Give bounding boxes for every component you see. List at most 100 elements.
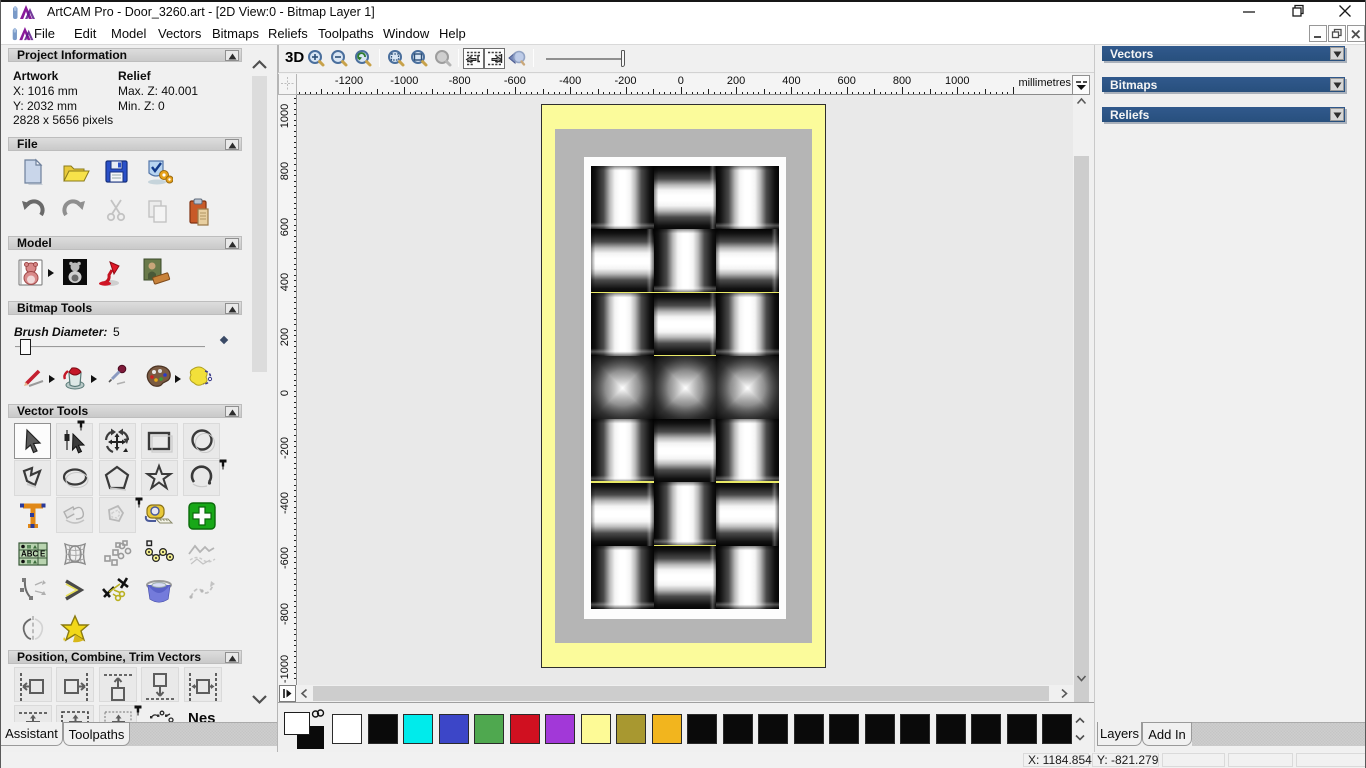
tool-create-rectangle[interactable] [140, 422, 178, 459]
tool-create-text[interactable] [14, 497, 51, 533]
flyout-arrow-icon[interactable] [175, 375, 181, 383]
toolbar-zoom-object-button[interactable] [433, 48, 454, 69]
toolbar-zoom-out-button[interactable] [329, 48, 350, 69]
tool-star-wizard[interactable] [56, 610, 93, 646]
texture-relief-icon[interactable] [141, 257, 173, 289]
palette-swatch-1[interactable] [367, 714, 398, 744]
tool-align-right[interactable] [56, 667, 95, 702]
palette-swatch-6[interactable] [545, 714, 575, 744]
pushpin-icon[interactable] [77, 420, 85, 431]
palette-scroll-down-icon[interactable] [1074, 732, 1086, 743]
magic-select-icon[interactable] [185, 363, 215, 391]
greyscale-model-icon[interactable] [61, 257, 89, 287]
lighting-icon[interactable] [97, 257, 125, 287]
collapse-section-icon[interactable] [225, 50, 239, 61]
canvas-vertical-scrollbar[interactable] [1073, 95, 1090, 705]
vertical-scroll-thumb[interactable] [1074, 156, 1089, 705]
collapse-section-icon[interactable] [225, 139, 239, 150]
mdi-minimize-button[interactable] [1309, 25, 1327, 42]
tool-select-vectors[interactable] [14, 422, 51, 459]
tool-smooth-polyline[interactable] [183, 572, 220, 608]
collapse-section-icon[interactable] [225, 406, 239, 417]
pushpin-icon[interactable] [219, 459, 227, 470]
collapse-section-icon[interactable] [225, 652, 239, 663]
tool-node-editing[interactable] [56, 422, 94, 459]
panel-bar-bitmaps[interactable]: Bitmaps [1102, 76, 1345, 92]
save-model-icon[interactable] [102, 157, 130, 187]
panel-toggle-icon[interactable] [279, 685, 296, 702]
colour-link-icon[interactable] [311, 709, 325, 719]
window-close-button[interactable] [1337, 2, 1353, 22]
toolbar-snap-right-button[interactable] [484, 48, 505, 69]
menu-window[interactable]: Window [374, 23, 438, 45]
tool-block-copy[interactable] [56, 497, 94, 534]
palette-swatch-2[interactable] [403, 714, 433, 744]
palette-swatch-18[interactable] [971, 714, 1001, 744]
undo-icon[interactable] [19, 197, 47, 221]
canvas-horizontal-scrollbar[interactable] [278, 685, 1073, 702]
menu-edit[interactable]: Edit [65, 23, 105, 45]
canvas-2d-view[interactable] [298, 95, 1074, 685]
tab-assistant[interactable]: Assistant [1, 722, 63, 746]
scroll-right-icon[interactable] [1059, 688, 1070, 699]
toolbar-preview-lens-button[interactable] [506, 48, 527, 69]
tool-freehand-sketch[interactable] [183, 535, 220, 571]
toolbar-slider-handle[interactable] [621, 50, 625, 67]
primary-colour-swatch[interactable] [284, 712, 310, 735]
assistant-scroll-down-icon[interactable] [251, 692, 268, 706]
palette-swatch-20[interactable] [1042, 714, 1072, 744]
flyout-arrow-icon[interactable] [48, 269, 54, 277]
palette-swatch-12[interactable] [758, 714, 788, 744]
scroll-down-icon[interactable] [1076, 673, 1087, 684]
tool-create-polygon[interactable] [98, 459, 136, 496]
flood-fill-icon[interactable] [61, 363, 89, 391]
toolbar-zoom-fit-button[interactable] [409, 48, 430, 69]
palette-swatch-8[interactable] [616, 714, 646, 744]
colour-picker-icon[interactable] [105, 363, 131, 389]
palette-swatch-13[interactable] [793, 714, 824, 744]
flyout-arrow-icon[interactable] [49, 375, 55, 383]
view-3d-button[interactable]: 3D [285, 48, 304, 68]
tool-fit-arcs[interactable] [141, 535, 178, 571]
horizontal-scroll-thumb[interactable] [313, 686, 1049, 701]
palette-scroll-up-icon[interactable] [1074, 715, 1086, 726]
tool-align-top[interactable] [98, 667, 137, 702]
tool-centre-horizontal[interactable] [183, 667, 222, 702]
palette-swatch-10[interactable] [687, 714, 717, 744]
options-icon[interactable] [143, 157, 173, 187]
tool-offset-vector[interactable] [98, 497, 136, 534]
palette-swatch-19[interactable] [1006, 714, 1037, 744]
edit-model-icon[interactable] [15, 257, 45, 287]
palette-swatch-4[interactable] [474, 714, 504, 744]
tool-spin-vectors[interactable] [141, 572, 178, 608]
tool-create-arc[interactable] [183, 459, 221, 496]
palette-swatch-7[interactable] [580, 714, 611, 744]
menu-help[interactable]: Help [430, 23, 475, 45]
paint-brush-icon[interactable] [21, 363, 47, 389]
panel-bar-reliefs[interactable]: Reliefs [1102, 107, 1345, 122]
mdi-close-button[interactable] [1347, 25, 1365, 42]
brush-diameter-slider[interactable] [15, 346, 205, 348]
collapse-section-icon[interactable] [225, 303, 239, 314]
collapse-section-icon[interactable] [225, 238, 239, 249]
window-minimize-button[interactable] [1241, 2, 1257, 22]
tool-create-circle[interactable] [183, 422, 221, 459]
cut-icon[interactable] [103, 197, 129, 223]
palette-swatch-9[interactable] [651, 714, 682, 744]
tool-transform-vectors[interactable] [98, 422, 136, 459]
tool-fillet-tool[interactable] [14, 572, 51, 608]
toolbar-zoom-in-button[interactable] [306, 48, 327, 69]
menu-vectors[interactable]: Vectors [149, 23, 210, 45]
toolbar-snap-left-button[interactable] [463, 48, 484, 69]
toolbar-zoom-last-button[interactable] [353, 48, 374, 69]
tab-layers[interactable]: Layers [1097, 722, 1142, 746]
scroll-left-icon[interactable] [299, 688, 310, 699]
palette-swatch-15[interactable] [864, 714, 895, 744]
assistant-scroll-up-icon[interactable] [251, 58, 268, 72]
redo-icon[interactable] [60, 197, 88, 221]
palette-swatch-0[interactable] [332, 714, 362, 744]
tool-align-bottom[interactable] [141, 667, 180, 702]
menu-model[interactable]: Model [102, 23, 155, 45]
pushpin-icon[interactable] [134, 705, 142, 716]
tool-measure-tool[interactable] [141, 497, 178, 533]
